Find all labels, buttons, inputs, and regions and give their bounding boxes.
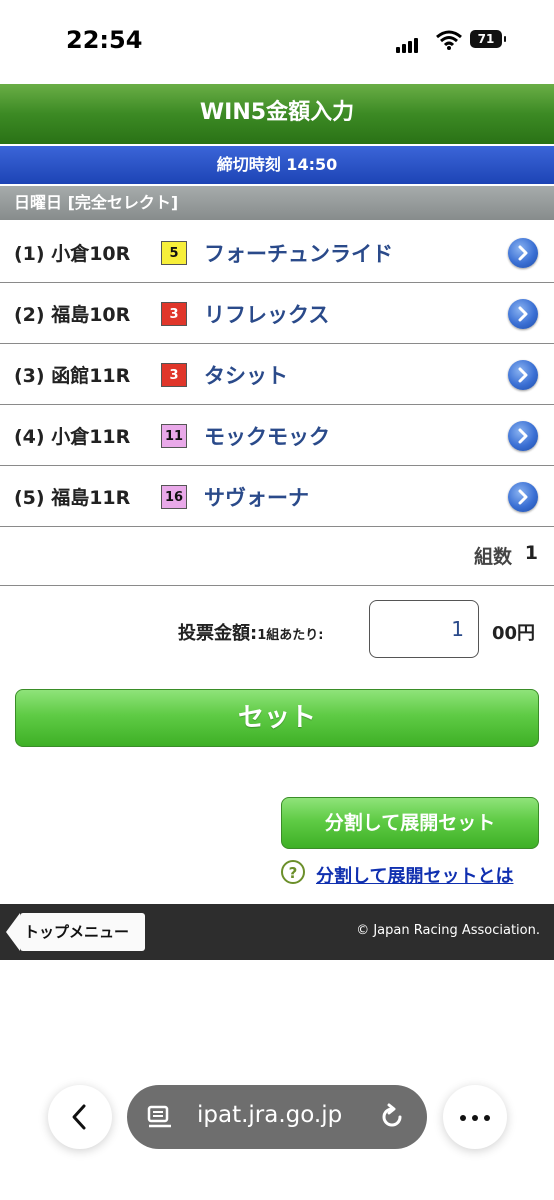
amount-row: 投票金額:1組あたり: 1 00円 (0, 586, 554, 672)
horse-number-badge: 16 (161, 485, 187, 509)
footer: トップメニュー © Japan Racing Association. (0, 904, 554, 960)
race-row-3[interactable]: (3) 函館11R 3 タシット (0, 344, 554, 405)
battery-level: 71 (477, 32, 495, 46)
chevron-right-icon[interactable] (508, 360, 538, 390)
race-row-4[interactable]: (4) 小倉11R 11 モックモック (0, 405, 554, 466)
help-icon: ? (281, 860, 305, 884)
horse-name: サヴォーナ (204, 486, 309, 510)
amount-label: 投票金額:1組あたり: (178, 619, 323, 645)
chevron-right-icon[interactable] (508, 299, 538, 329)
race-row-2[interactable]: (2) 福島10R 3 リフレックス (0, 283, 554, 344)
wifi-icon (436, 30, 462, 54)
combination-label: 組数 (473, 546, 512, 568)
race-label: (3) 函館11R (14, 365, 131, 387)
horse-number-badge: 11 (161, 424, 187, 448)
amount-sublabel: 1組あたり: (257, 628, 324, 643)
split-set-help-link[interactable]: 分割して展開セットとは (316, 862, 513, 888)
reload-icon[interactable] (379, 1103, 405, 1131)
day-label-bar: 日曜日 [完全セレクト] (0, 186, 554, 220)
split-set-button[interactable]: 分割して展開セット (281, 797, 539, 849)
combination-count-row: 組数 1 (0, 525, 554, 586)
url-text: ipat.jra.go.jp (197, 1102, 343, 1128)
more-dot-icon (484, 1115, 490, 1121)
status-bar: 22:54 71 (0, 0, 554, 84)
day-label: 日曜日 [完全セレクト] (14, 193, 179, 212)
amount-label-text: 投票金額: (178, 623, 258, 644)
cellular-signal-icon (396, 34, 420, 53)
race-label: (4) 小倉11R (14, 426, 131, 448)
combination-value: 1 (524, 542, 538, 564)
race-row-5[interactable]: (5) 福島11R 16 サヴォーナ (0, 466, 554, 527)
more-dot-icon (460, 1115, 466, 1121)
horse-name: タシット (204, 364, 288, 388)
set-button[interactable]: セット (15, 689, 539, 747)
amount-input[interactable]: 1 (369, 600, 479, 658)
page-icon (147, 1105, 171, 1128)
horse-number-badge: 3 (161, 363, 187, 387)
address-bar[interactable]: ipat.jra.go.jp (127, 1085, 427, 1149)
top-menu-button[interactable]: トップメニュー (6, 913, 145, 951)
horse-name: リフレックス (204, 303, 330, 327)
copyright: © Japan Racing Association. (356, 923, 540, 938)
horse-number-badge: 5 (161, 241, 187, 265)
chevron-right-icon[interactable] (508, 238, 538, 268)
more-options-button[interactable] (443, 1085, 507, 1149)
more-dot-icon (472, 1115, 478, 1121)
browser-back-button[interactable] (48, 1085, 112, 1149)
race-label: (5) 福島11R (14, 487, 131, 509)
horse-name: モックモック (204, 425, 330, 449)
status-time: 22:54 (66, 26, 143, 54)
race-label: (2) 福島10R (14, 304, 131, 326)
chevron-right-icon[interactable] (508, 421, 538, 451)
amount-unit: 00円 (492, 623, 536, 644)
chevron-left-icon (72, 1104, 86, 1130)
horse-name: フォーチュンライド (204, 242, 393, 266)
race-row-1[interactable]: (1) 小倉10R 5 フォーチュンライド (0, 222, 554, 283)
chevron-right-icon[interactable] (508, 482, 538, 512)
page-title: WIN5金額入力 (0, 84, 554, 144)
horse-number-badge: 3 (161, 302, 187, 326)
deadline-bar: 締切時刻 14:50 (0, 146, 554, 184)
race-list: (1) 小倉10R 5 フォーチュンライド (2) 福島10R 3 リフレックス… (0, 222, 554, 527)
battery-icon: 71 (470, 30, 506, 48)
race-label: (1) 小倉10R (14, 243, 131, 265)
